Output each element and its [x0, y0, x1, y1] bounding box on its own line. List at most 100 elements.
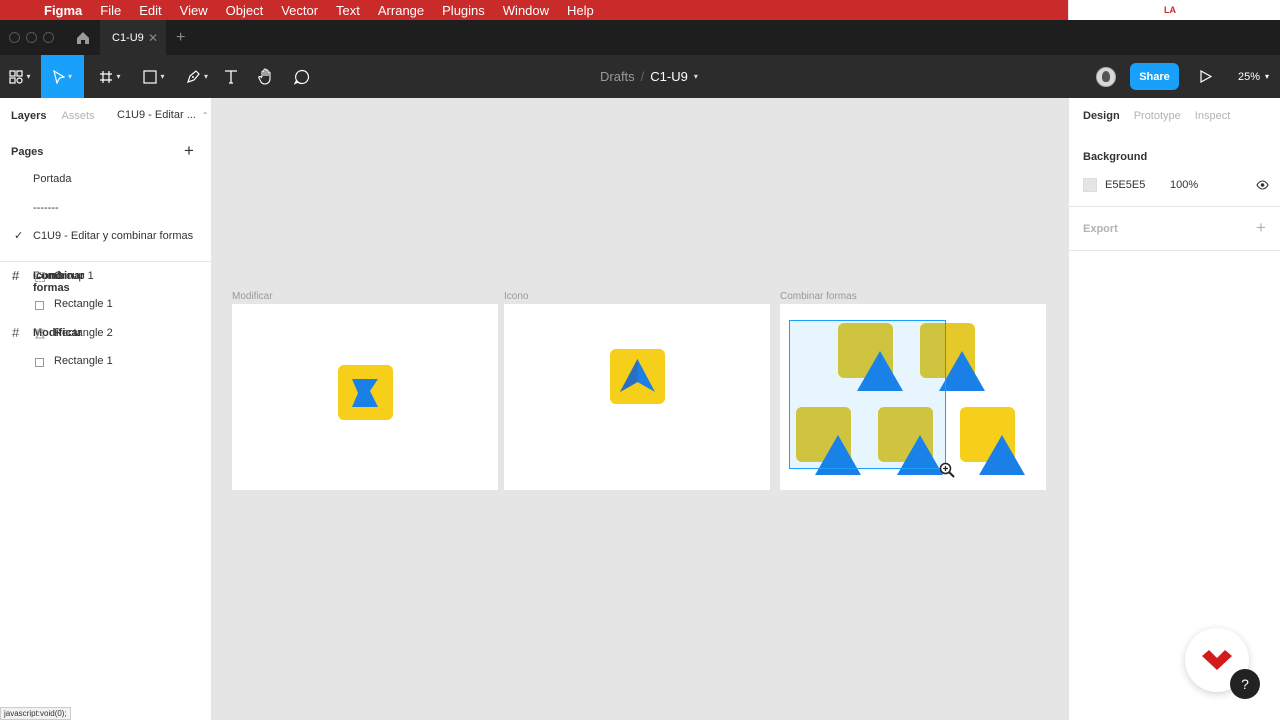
creative-cloud-sync-icon[interactable] [1069, 0, 1085, 20]
yellow-rounded-square[interactable] [338, 365, 393, 420]
close-window-button[interactable] [9, 32, 20, 43]
layer-rectangle-1[interactable]: Rectangle 1 [0, 347, 211, 376]
wifi-icon[interactable] [1217, 2, 1233, 18]
background-color-swatch[interactable] [1083, 178, 1097, 192]
chevron-down-icon[interactable]: ▾ [694, 72, 698, 81]
menu-window[interactable]: Window [494, 3, 558, 18]
menu-arrange[interactable]: Arrange [369, 3, 433, 18]
tab-layers[interactable]: Layers [11, 110, 46, 122]
layer-label: Rectangle 1 [54, 355, 113, 367]
present-play-icon[interactable] [1200, 70, 1212, 83]
text-tool-button[interactable] [219, 55, 243, 98]
menu-file[interactable]: File [91, 3, 130, 18]
right-panel-tabs: Design Prototype Inspect [1069, 98, 1280, 133]
control-center-icon[interactable] [1274, 2, 1280, 18]
page-item-divider[interactable]: ------- [0, 194, 211, 223]
breadcrumb-file-name[interactable]: C1-U9 [650, 69, 688, 84]
page-item-label: Portada [33, 173, 72, 185]
menu-edit[interactable]: Edit [130, 3, 170, 18]
layer-group-1[interactable]: Group 1 [0, 262, 211, 291]
breadcrumb: Drafts / C1-U9 ▾ [600, 55, 698, 98]
move-cursor-icon [53, 69, 65, 84]
menu-text[interactable]: Text [327, 3, 369, 18]
user-avatar[interactable] [1096, 67, 1116, 87]
panel-divider [1069, 250, 1280, 251]
frame-label-combinar-formas[interactable]: Combinar formas [780, 291, 857, 302]
chevron-down-icon: ▾ [1265, 72, 1270, 81]
move-tool-button[interactable]: ▾ [41, 55, 84, 98]
checkmark-icon: ✓ [14, 230, 24, 242]
main-toolbar: ▾ ▾ ▾ ▾ ▾ Drafts / C1-U9 ▾ Share 25% ▾ [0, 55, 1280, 98]
background-hex-input[interactable]: E5E5E5 [1105, 179, 1145, 191]
add-page-button[interactable]: + [184, 141, 194, 161]
frame-label-icono[interactable]: Icono [504, 291, 528, 302]
shape-tool-button[interactable]: ▾ [136, 55, 172, 98]
frame-label-modificar[interactable]: Modificar [232, 291, 273, 302]
close-tab-icon[interactable]: ✕ [148, 31, 158, 45]
bowtie-vector-shape [352, 379, 378, 407]
spotlight-search-icon[interactable] [1247, 2, 1260, 18]
new-tab-button[interactable]: + [176, 29, 185, 47]
zoom-window-button[interactable] [43, 32, 54, 43]
window-controls [9, 32, 54, 43]
pen-tool-button[interactable]: ▾ [179, 55, 215, 98]
frame-tool-button[interactable]: ▾ [92, 55, 128, 98]
pages-section-header: Pages + [0, 133, 211, 165]
adobe-cc-icon[interactable] [1131, 0, 1147, 20]
tab-prototype[interactable]: Prototype [1134, 110, 1181, 122]
layer-rectangle-1[interactable]: Rectangle 1 [0, 290, 211, 319]
menu-vector[interactable]: Vector [272, 3, 327, 18]
menu-app-figma[interactable]: Figma [40, 3, 91, 18]
hand-tool-button[interactable] [254, 55, 278, 98]
background-opacity-input[interactable]: 100% [1170, 179, 1198, 191]
file-tab[interactable]: C1-U9 ✕ [100, 20, 166, 55]
page-selector-label: C1U9 - Editar ... [117, 109, 196, 121]
layer-rectangle-2[interactable]: Rectangle 2 [0, 319, 211, 348]
frame-combinar-formas[interactable] [780, 304, 1046, 490]
page-selector[interactable]: C1U9 - Editar ... ⌃ [117, 109, 209, 121]
home-icon[interactable] [76, 31, 90, 45]
minimize-window-button[interactable] [26, 32, 37, 43]
rectangle-icon [35, 298, 44, 313]
tab-design[interactable]: Design [1083, 110, 1120, 122]
tab-assets[interactable]: Assets [61, 110, 94, 122]
input-source-badge[interactable]: LA [1161, 4, 1179, 16]
blue-triangle[interactable] [979, 435, 1025, 475]
properties-panel: Design Prototype Inspect Background E5E5… [1068, 98, 1280, 720]
main-menu-button[interactable]: ▾ [0, 55, 40, 98]
frame-icono[interactable] [504, 304, 770, 490]
frame-hash-icon [100, 70, 113, 83]
file-tab-label: C1-U9 [112, 31, 144, 44]
background-fill-row: E5E5E5 100% [1083, 177, 1269, 193]
share-button[interactable]: Share [1130, 63, 1179, 90]
yellow-rounded-square[interactable] [610, 349, 665, 404]
add-export-button[interactable]: + [1256, 218, 1266, 238]
frame-modificar[interactable] [232, 304, 498, 490]
pages-heading: Pages [11, 146, 44, 158]
design-canvas[interactable]: Modificar Icono Combinar formas [212, 98, 1068, 720]
page-item-portada[interactable]: Portada [0, 165, 211, 194]
layer-label: Group 1 [54, 269, 94, 282]
menu-help[interactable]: Help [558, 3, 603, 18]
menu-view[interactable]: View [171, 3, 217, 18]
comment-tool-button[interactable] [290, 55, 314, 98]
zoom-level: 25% [1238, 70, 1261, 83]
text-t-icon [225, 70, 237, 84]
background-heading: Background [1083, 151, 1148, 163]
arrow-navigation-shape [620, 359, 655, 392]
bluetooth-icon[interactable] [1193, 0, 1203, 19]
help-button[interactable]: ? [1230, 669, 1260, 699]
group-icon [35, 270, 45, 285]
menu-plugins[interactable]: Plugins [433, 3, 494, 18]
pen-icon [187, 70, 200, 83]
menubar-status-area: LA [1068, 0, 1280, 20]
menu-object[interactable]: Object [217, 3, 273, 18]
tab-inspect[interactable]: Inspect [1195, 110, 1230, 122]
breadcrumb-drafts[interactable]: Drafts [600, 69, 635, 84]
eye-visibility-icon[interactable] [1256, 179, 1269, 191]
cloud-icon[interactable] [1099, 3, 1117, 18]
export-heading: Export [1083, 223, 1118, 235]
page-item-current[interactable]: ✓ C1U9 - Editar y combinar formas [0, 222, 211, 251]
zoom-menu[interactable]: 25% ▾ [1238, 55, 1269, 98]
chevron-up-icon: ⌃ [201, 111, 209, 120]
